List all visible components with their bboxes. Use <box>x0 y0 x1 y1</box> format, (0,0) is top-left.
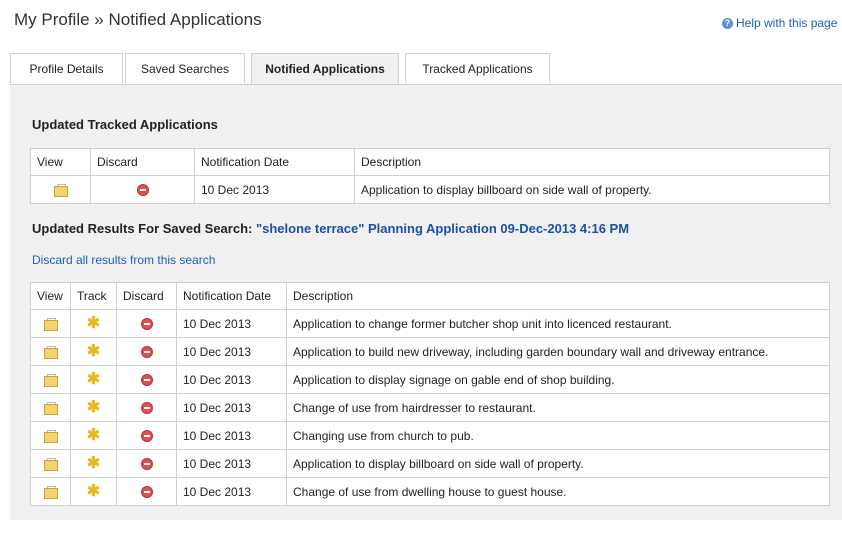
page-title: My Profile » Notified Applications <box>14 10 262 29</box>
minus-circle-icon[interactable] <box>136 184 149 197</box>
tracked-section-title: Updated Tracked Applications <box>32 117 218 132</box>
tab-profile-details[interactable]: Profile Details <box>10 53 123 83</box>
star-track-icon[interactable]: ✱ <box>87 315 100 332</box>
minus-circle-icon[interactable] <box>140 318 153 331</box>
star-track-icon[interactable]: ✱ <box>87 455 100 472</box>
description: Change of use from hairdresser to restau… <box>286 393 830 422</box>
table-row: ✱ 10 Dec 2013 Application to change form… <box>30 309 830 338</box>
folder-document-icon[interactable] <box>43 429 58 443</box>
description: Application to display billboard on side… <box>286 449 830 478</box>
saved-search-results-table: View Track Discard Notification Date Des… <box>30 282 830 506</box>
minus-circle-icon[interactable] <box>140 374 153 387</box>
notification-date: 10 Dec 2013 <box>176 449 287 478</box>
table-row: ✱ 10 Dec 2013 Application to build new d… <box>30 337 830 366</box>
col-header-description: Description <box>354 148 830 176</box>
table-header-row: View Track Discard Notification Date Des… <box>30 282 830 310</box>
saved-search-title-prefix: Updated Results For Saved Search: <box>32 221 253 236</box>
col-header-notification-date: Notification Date <box>194 148 355 176</box>
col-header-view: View <box>30 148 91 176</box>
minus-circle-icon[interactable] <box>140 430 153 443</box>
notification-date: 10 Dec 2013 <box>176 477 287 506</box>
notification-date: 10 Dec 2013 <box>194 175 355 204</box>
tab-saved-searches[interactable]: Saved Searches <box>125 53 245 83</box>
table-row: ✱ 10 Dec 2013 Application to display bil… <box>30 449 830 478</box>
star-track-icon[interactable]: ✱ <box>87 427 100 444</box>
table-row: ✱ 10 Dec 2013 Application to display sig… <box>30 365 830 394</box>
help-link-label: Help with this page <box>736 16 838 30</box>
folder-document-icon[interactable] <box>43 457 58 471</box>
notification-date: 10 Dec 2013 <box>176 337 287 366</box>
star-track-icon[interactable]: ✱ <box>87 399 100 416</box>
tracked-applications-table: View Discard Notification Date Descripti… <box>30 148 830 204</box>
minus-circle-icon[interactable] <box>140 486 153 499</box>
saved-search-query: "shelone terrace" Planning Application 0… <box>255 221 630 236</box>
folder-document-icon[interactable] <box>43 345 58 359</box>
help-link[interactable]: ? Help with this page <box>722 16 837 30</box>
col-header-description: Description <box>286 282 830 310</box>
description: Change of use from dwelling house to gue… <box>286 477 830 506</box>
discard-all-link[interactable]: Discard all results from this search <box>32 253 215 267</box>
star-track-icon[interactable]: ✱ <box>87 483 100 500</box>
description: Application to build new driveway, inclu… <box>286 337 830 366</box>
col-header-discard: Discard <box>116 282 177 310</box>
table-header-row: View Discard Notification Date Descripti… <box>30 148 830 176</box>
folder-document-icon[interactable] <box>43 373 58 387</box>
minus-circle-icon[interactable] <box>140 346 153 359</box>
tab-tracked-applications[interactable]: Tracked Applications <box>405 53 550 83</box>
folder-document-icon[interactable] <box>43 485 58 499</box>
table-row: ✱ 10 Dec 2013 Changing use from church t… <box>30 421 830 450</box>
folder-document-icon[interactable] <box>43 401 58 415</box>
table-row: ✱ 10 Dec 2013 Change of use from hairdre… <box>30 393 830 422</box>
description: Changing use from church to pub. <box>286 421 830 450</box>
table-row: ✱ 10 Dec 2013 Change of use from dwellin… <box>30 477 830 506</box>
description: Application to display signage on gable … <box>286 365 830 394</box>
notified-applications-panel: Updated Tracked Applications View Discar… <box>10 84 842 520</box>
folder-document-icon[interactable] <box>43 317 58 331</box>
col-header-notification-date: Notification Date <box>176 282 287 310</box>
saved-search-section-title: Updated Results For Saved Search: "shelo… <box>32 221 629 236</box>
star-track-icon[interactable]: ✱ <box>87 371 100 388</box>
notification-date: 10 Dec 2013 <box>176 309 287 338</box>
col-header-track: Track <box>70 282 117 310</box>
table-row: 10 Dec 2013 Application to display billb… <box>30 175 830 204</box>
minus-circle-icon[interactable] <box>140 402 153 415</box>
col-header-discard: Discard <box>90 148 195 176</box>
minus-circle-icon[interactable] <box>140 458 153 471</box>
question-circle-icon: ? <box>722 17 733 29</box>
folder-document-icon[interactable] <box>53 183 68 197</box>
notification-date: 10 Dec 2013 <box>176 365 287 394</box>
tab-notified-applications[interactable]: Notified Applications <box>251 53 399 86</box>
notification-date: 10 Dec 2013 <box>176 393 287 422</box>
col-header-view: View <box>30 282 71 310</box>
description: Application to display billboard on side… <box>354 175 830 204</box>
notification-date: 10 Dec 2013 <box>176 421 287 450</box>
star-track-icon[interactable]: ✱ <box>87 343 100 360</box>
description: Application to change former butcher sho… <box>286 309 830 338</box>
